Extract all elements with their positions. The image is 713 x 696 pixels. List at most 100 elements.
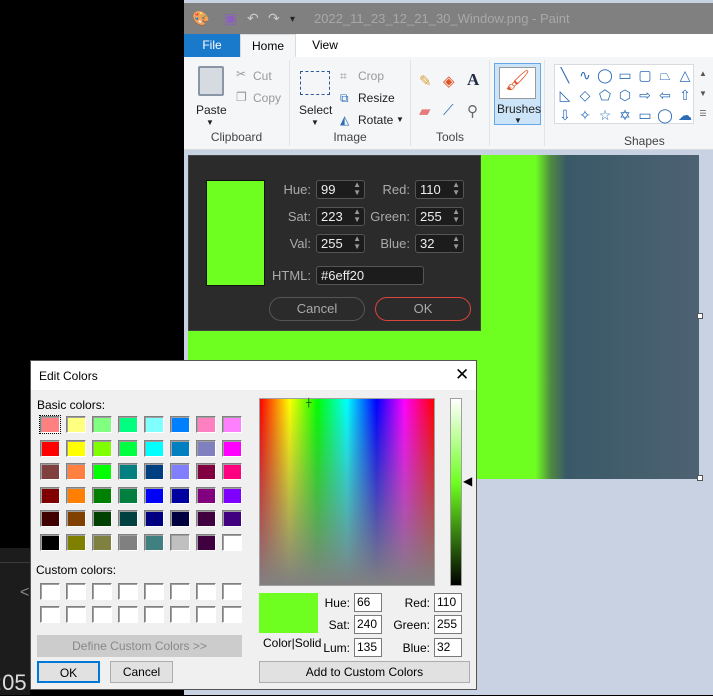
basic-color-swatch[interactable] [40, 533, 60, 551]
customize-dropdown-icon[interactable]: ▾ [290, 14, 295, 25]
custom-color-swatch[interactable] [144, 606, 164, 623]
add-to-custom-colors-button[interactable]: Add to Custom Colors [259, 661, 470, 683]
red-input[interactable]: 110 [434, 593, 462, 612]
basic-color-swatch[interactable] [144, 510, 164, 527]
spinner-icon[interactable]: ▲ ▼ [452, 235, 460, 251]
color-spectrum[interactable]: ┼ [259, 398, 435, 586]
custom-color-swatch[interactable] [40, 583, 60, 600]
sat-input[interactable]: 223 ▲ ▼ [316, 207, 365, 226]
basic-color-swatch[interactable] [144, 463, 164, 480]
shape-tool-icon[interactable]: ⇧ [675, 85, 695, 105]
lum-input[interactable]: 135 [354, 638, 382, 657]
basic-color-swatch[interactable] [40, 439, 60, 457]
basic-color-swatch[interactable] [196, 439, 216, 457]
tab-view[interactable]: View [296, 34, 354, 57]
basic-color-swatch[interactable] [92, 463, 112, 480]
blue-input[interactable]: 32 ▲ ▼ [415, 234, 464, 253]
custom-color-swatch[interactable] [66, 606, 86, 623]
basic-color-swatch[interactable] [170, 486, 190, 504]
basic-color-swatch[interactable] [170, 463, 190, 480]
paste-button[interactable]: Paste [196, 103, 227, 117]
basic-color-swatch[interactable] [222, 486, 242, 504]
tab-home[interactable]: Home [240, 34, 296, 57]
shape-tool-icon[interactable]: ⏢ [655, 65, 675, 85]
basic-color-swatch[interactable] [66, 510, 86, 527]
shape-tool-icon[interactable]: △ [675, 65, 695, 85]
resize-button[interactable]: Resize [358, 91, 395, 105]
green-input[interactable]: 255 ▲ ▼ [415, 207, 464, 226]
basic-color-swatch[interactable] [66, 486, 86, 504]
basic-color-swatch[interactable] [92, 486, 112, 504]
shape-tool-icon[interactable]: ∿ [575, 65, 595, 85]
basic-color-swatch[interactable] [118, 510, 138, 527]
basic-color-swatch[interactable] [144, 486, 164, 504]
basic-color-swatch[interactable] [144, 416, 164, 433]
basic-color-swatch[interactable] [118, 463, 138, 480]
cut-button[interactable]: Cut [253, 69, 272, 83]
hue-input[interactable]: 66 [354, 593, 382, 612]
shape-tool-icon[interactable]: ⇩ [555, 105, 575, 125]
custom-color-swatch[interactable] [196, 583, 216, 600]
fill-icon[interactable]: ◈ [443, 72, 455, 90]
basic-color-swatch[interactable] [170, 510, 190, 527]
shape-tool-icon[interactable]: ◯ [655, 105, 675, 125]
basic-color-swatch[interactable] [92, 439, 112, 457]
basic-color-swatch[interactable] [170, 439, 190, 457]
red-input[interactable]: 110 ▲ ▼ [415, 180, 464, 199]
custom-color-swatch[interactable] [92, 606, 112, 623]
shape-tool-icon[interactable]: ◺ [555, 85, 575, 105]
text-icon[interactable]: A [467, 70, 479, 90]
basic-color-swatch[interactable] [92, 416, 112, 433]
green-input[interactable]: 255 [434, 615, 462, 634]
rotate-dropdown-icon[interactable]: ▼ [396, 115, 404, 124]
cancel-button[interactable]: Cancel [110, 661, 173, 683]
basic-color-swatch[interactable] [40, 510, 60, 527]
spinner-icon[interactable]: ▲ ▼ [353, 235, 361, 251]
select-icon[interactable] [300, 71, 330, 95]
basic-color-swatch[interactable] [92, 533, 112, 551]
custom-color-swatch[interactable] [222, 606, 242, 623]
resize-handle-corner[interactable] [697, 475, 703, 481]
shape-tool-icon[interactable]: ⇦ [655, 85, 675, 105]
custom-color-swatch[interactable] [66, 583, 86, 600]
paste-dropdown-icon[interactable]: ▼ [206, 118, 214, 127]
paste-icon[interactable] [198, 66, 224, 96]
crosshair-icon[interactable]: ┼ [306, 398, 312, 408]
basic-color-swatch[interactable] [118, 416, 138, 433]
custom-color-swatch[interactable] [222, 583, 242, 600]
basic-color-swatch[interactable] [118, 439, 138, 457]
custom-color-swatch[interactable] [196, 606, 216, 623]
basic-color-swatch[interactable] [66, 439, 86, 457]
shape-tool-icon[interactable]: ▢ [635, 65, 655, 85]
basic-color-swatch[interactable] [66, 533, 86, 551]
basic-color-swatch[interactable] [66, 416, 86, 433]
basic-color-swatch[interactable] [196, 463, 216, 480]
ok-button[interactable]: OK [375, 297, 471, 321]
val-input[interactable]: 255 ▲ ▼ [316, 234, 365, 253]
shape-tool-icon[interactable]: ☆ [595, 105, 615, 125]
custom-color-swatch[interactable] [170, 583, 190, 600]
spinner-icon[interactable]: ▲ ▼ [452, 208, 460, 224]
custom-color-swatch[interactable] [170, 606, 190, 623]
select-dropdown-icon[interactable]: ▼ [311, 118, 319, 127]
basic-color-swatch[interactable] [40, 486, 60, 504]
ok-button[interactable]: OK [37, 661, 100, 683]
basic-color-swatch[interactable] [222, 416, 242, 433]
basic-color-swatch[interactable] [222, 463, 242, 480]
redo-icon[interactable]: ↷ [268, 10, 280, 27]
custom-color-swatch[interactable] [118, 606, 138, 623]
spinner-icon[interactable]: ▲ ▼ [353, 181, 361, 197]
basic-color-swatch[interactable] [66, 463, 86, 480]
basic-color-swatch[interactable] [170, 533, 190, 551]
close-icon[interactable]: ✕ [455, 365, 469, 385]
define-custom-colors-button[interactable]: Define Custom Colors >> [37, 635, 242, 657]
rotate-button[interactable]: Rotate [358, 113, 393, 127]
spinner-icon[interactable]: ▲ ▼ [353, 208, 361, 224]
shape-tool-icon[interactable]: ⬠ [595, 85, 615, 105]
undo-icon[interactable]: ↶ [247, 10, 259, 27]
basic-color-swatch[interactable] [39, 415, 61, 434]
shape-tool-icon[interactable]: ✧ [575, 105, 595, 125]
magnifier-icon[interactable]: ⚲ [467, 102, 478, 120]
basic-color-swatch[interactable] [118, 533, 138, 551]
shape-tool-icon[interactable]: ╲ [555, 65, 575, 85]
